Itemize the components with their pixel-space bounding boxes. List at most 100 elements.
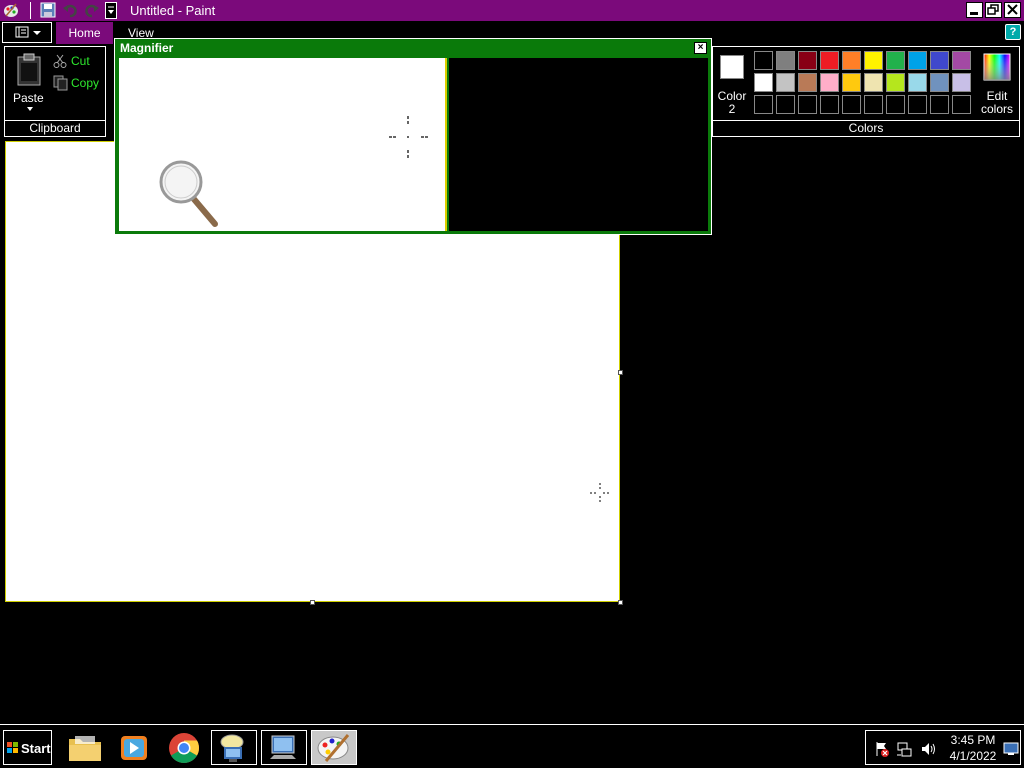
scissors-icon bbox=[53, 54, 67, 68]
folder-icon bbox=[69, 736, 101, 761]
color-swatch[interactable] bbox=[776, 51, 795, 70]
color-swatch[interactable] bbox=[952, 95, 971, 114]
magnified-crosshair-icon bbox=[389, 116, 428, 158]
magnifier-window[interactable]: Magnifier × bbox=[114, 38, 712, 235]
edit-colors-label-1: Edit bbox=[986, 89, 1008, 103]
title-bar: Untitled - Paint bbox=[0, 0, 1024, 21]
color-swatch[interactable] bbox=[820, 51, 839, 70]
taskbar: Start 3:45 PM 4/1/2022 bbox=[0, 724, 1024, 768]
color-swatch[interactable] bbox=[798, 95, 817, 114]
windows-logo-icon bbox=[7, 742, 18, 753]
paste-button[interactable]: Paste bbox=[9, 49, 49, 119]
chrome-icon bbox=[169, 733, 200, 764]
help-icon[interactable]: ? bbox=[1005, 24, 1021, 40]
save-icon[interactable] bbox=[40, 2, 56, 18]
color2-button[interactable]: Color 2 bbox=[716, 51, 748, 117]
paint-app-icon[interactable] bbox=[3, 2, 19, 18]
start-label: Start bbox=[21, 741, 51, 756]
color-swatch[interactable] bbox=[930, 95, 949, 114]
network-icon[interactable] bbox=[896, 741, 912, 757]
color-swatch[interactable] bbox=[798, 51, 817, 70]
window-title: Untitled - Paint bbox=[130, 3, 216, 18]
color-swatch[interactable] bbox=[952, 73, 971, 92]
color-swatch[interactable] bbox=[820, 95, 839, 114]
media-player-icon bbox=[121, 736, 147, 760]
redo-icon[interactable] bbox=[84, 2, 100, 18]
start-button[interactable]: Start bbox=[3, 730, 52, 765]
color-swatch[interactable] bbox=[776, 73, 795, 92]
system-tray: 3:45 PM 4/1/2022 bbox=[865, 730, 1021, 765]
close-button[interactable] bbox=[1004, 2, 1021, 18]
color-swatch[interactable] bbox=[908, 95, 927, 114]
restore-button[interactable] bbox=[985, 2, 1002, 18]
magnifier-close-button[interactable]: × bbox=[694, 42, 707, 54]
magnifying-glass-icon bbox=[159, 160, 218, 227]
color-swatch[interactable] bbox=[842, 51, 861, 70]
clock-time[interactable]: 3:45 PM bbox=[948, 733, 998, 747]
tab-home[interactable]: Home bbox=[56, 22, 113, 45]
color2-swatch bbox=[720, 55, 744, 79]
color-palette bbox=[754, 51, 976, 117]
file-menu-button[interactable] bbox=[2, 22, 52, 43]
color-swatch[interactable] bbox=[864, 51, 883, 70]
resize-handle-corner[interactable] bbox=[618, 600, 623, 605]
crosshair-cursor-icon bbox=[590, 483, 610, 503]
cut-label: Cut bbox=[71, 54, 90, 68]
clipboard-group-label: Clipboard bbox=[5, 120, 105, 136]
color-swatch[interactable] bbox=[908, 73, 927, 92]
copy-button[interactable]: Copy bbox=[53, 75, 105, 93]
color2-label-2: 2 bbox=[728, 102, 736, 116]
minimize-button[interactable] bbox=[966, 2, 983, 18]
color-swatch[interactable] bbox=[952, 51, 971, 70]
edit-colors-label-2: colors bbox=[980, 102, 1013, 116]
color-swatch[interactable] bbox=[886, 73, 905, 92]
color-swatch[interactable] bbox=[930, 51, 949, 70]
color-swatch[interactable] bbox=[754, 73, 773, 92]
cut-button[interactable]: Cut bbox=[53, 53, 105, 71]
magnified-background-view bbox=[449, 58, 708, 231]
messenger-taskbar-button[interactable] bbox=[211, 730, 257, 765]
chrome-taskbar-button[interactable] bbox=[161, 730, 207, 765]
color-swatch[interactable] bbox=[820, 73, 839, 92]
colors-group-label: Colors bbox=[713, 120, 1019, 136]
resize-handle-right[interactable] bbox=[618, 370, 623, 375]
color-swatch[interactable] bbox=[930, 73, 949, 92]
color2-label-1: Color bbox=[717, 89, 747, 103]
color-swatch[interactable] bbox=[776, 95, 795, 114]
color-swatch[interactable] bbox=[754, 51, 773, 70]
copy-label: Copy bbox=[71, 76, 100, 90]
color-swatch[interactable] bbox=[886, 51, 905, 70]
color-spectrum-icon bbox=[983, 53, 1011, 81]
clock-date[interactable]: 4/1/2022 bbox=[948, 749, 998, 763]
clipboard-group: Paste Cut Copy Clipboard bbox=[4, 46, 106, 137]
magnifier-title: Magnifier bbox=[120, 41, 174, 55]
media-player-taskbar-button[interactable] bbox=[111, 730, 157, 765]
paste-label: Paste bbox=[13, 91, 44, 105]
colors-group: Color 2 Edit colors Colors bbox=[712, 46, 1020, 137]
resize-handle-bottom[interactable] bbox=[310, 600, 315, 605]
undo-icon[interactable] bbox=[62, 2, 78, 18]
color-swatch[interactable] bbox=[842, 95, 861, 114]
color-swatch[interactable] bbox=[798, 73, 817, 92]
color-swatch[interactable] bbox=[864, 95, 883, 114]
color-swatch[interactable] bbox=[886, 95, 905, 114]
action-center-flag-icon[interactable] bbox=[874, 741, 890, 757]
chat-icon bbox=[220, 734, 244, 762]
paint-palette-icon bbox=[317, 734, 350, 762]
clipboard-icon bbox=[17, 53, 41, 86]
computer-monitor-icon bbox=[270, 735, 296, 759]
edit-colors-button[interactable]: Edit colors bbox=[977, 51, 1017, 117]
chevron-down-icon bbox=[27, 107, 33, 111]
copy-icon bbox=[53, 75, 68, 91]
color-swatch[interactable] bbox=[754, 95, 773, 114]
customize-quick-access-button[interactable] bbox=[105, 2, 117, 19]
color-swatch[interactable] bbox=[842, 73, 861, 92]
magnified-canvas-view bbox=[119, 58, 447, 231]
color-swatch[interactable] bbox=[864, 73, 883, 92]
paint-taskbar-button[interactable] bbox=[311, 730, 357, 765]
remote-desktop-taskbar-button[interactable] bbox=[261, 730, 307, 765]
color-swatch[interactable] bbox=[908, 51, 927, 70]
show-desktop-icon[interactable] bbox=[1003, 742, 1019, 756]
file-explorer-taskbar-button[interactable] bbox=[62, 730, 108, 765]
volume-icon[interactable] bbox=[920, 741, 936, 757]
